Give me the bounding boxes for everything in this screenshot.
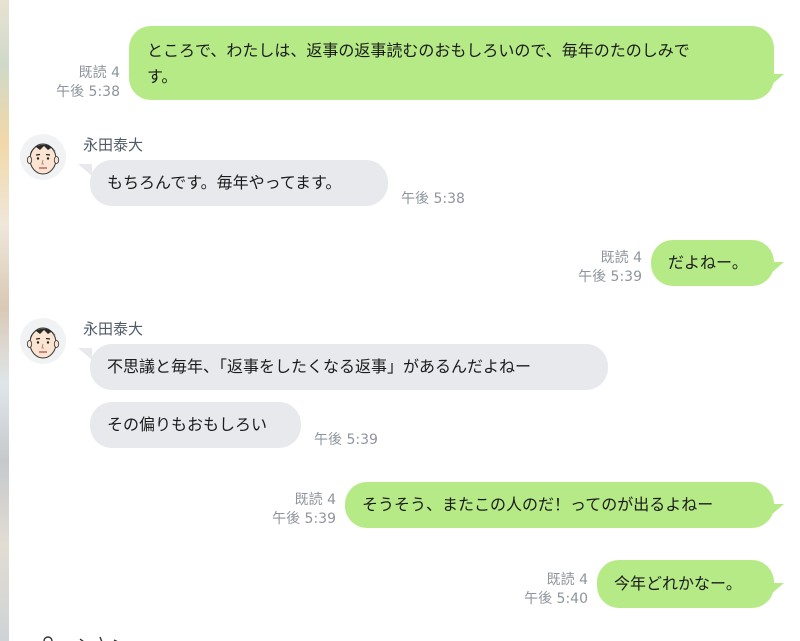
message-meta: 既読 4 午後 5:38 (40, 64, 120, 102)
message-text-line: 今年どれかなー。 (614, 574, 742, 593)
message-bubble[interactable]: もちろんです。毎年やってます。 (90, 160, 388, 206)
message-meta: 既読 4 午後 5:40 (506, 571, 588, 609)
message-text-line: もちろんです。毎年やってます。 (107, 173, 342, 192)
sender-name: 永田泰大 (83, 136, 144, 154)
timestamp: 午後 5:38 (401, 191, 465, 207)
message-bubble[interactable]: そうそう、またこの人のだ！ってのが出るよねー (345, 482, 774, 528)
timestamp: 午後 5:39 (314, 432, 378, 448)
timestamp: 午後 5:39 (578, 269, 642, 285)
message-text-line: 不思議と毎年、「返事をしたくなる返事」があるんだよねー (107, 357, 532, 376)
read-receipt: 既読 4 (600, 250, 642, 266)
message-meta: 既読 4 午後 5:39 (560, 249, 642, 287)
bubble-tail (770, 74, 784, 86)
message-meta: 既読 4 午後 5:39 (254, 491, 336, 529)
message-text-line: その偏りもおもしろい (107, 415, 268, 434)
face-avatar-icon[interactable] (20, 318, 66, 364)
message-text-line: す。 (147, 67, 178, 86)
sender-name: 永田泰大 (83, 320, 144, 338)
message-bubble[interactable]: 今年どれかなー。 (597, 560, 774, 608)
timestamp: 午後 5:38 (56, 84, 120, 100)
message-text-line: だよねー。 (668, 253, 748, 272)
bubble-tail (78, 348, 92, 360)
timestamp: 午後 5:40 (524, 591, 588, 607)
message-bubble[interactable]: ところで、わたしは、返事の返事読むのおもしろいので、毎年のたのしみで す。 (129, 26, 774, 100)
message-bubble[interactable]: 不思議と毎年、「返事をしたくなる返事」があるんだよねー (90, 344, 608, 390)
bubble-tail (78, 164, 92, 176)
face-avatar-icon[interactable] (20, 134, 66, 180)
bubble-tail (770, 583, 784, 595)
message-bubble[interactable]: だよねー。 (651, 240, 774, 286)
message-text-line: ところで、わたしは、返事の返事読むのおもしろいので、毎年のたのしみで (147, 41, 690, 60)
message-text-line: そうそう、またこの人のだ！ってのが出るよねー (362, 495, 714, 514)
read-receipt: 既読 4 (294, 492, 336, 508)
background-strip (0, 0, 9, 641)
timestamp: 午後 5:39 (272, 511, 336, 527)
bubble-tail (770, 262, 784, 274)
read-receipt: 既読 4 (546, 572, 588, 588)
read-receipt: 既読 4 (78, 65, 120, 81)
next-message-fragment (40, 630, 160, 641)
bubble-tail (770, 504, 784, 516)
message-bubble[interactable]: その偏りもおもしろい (90, 402, 301, 448)
